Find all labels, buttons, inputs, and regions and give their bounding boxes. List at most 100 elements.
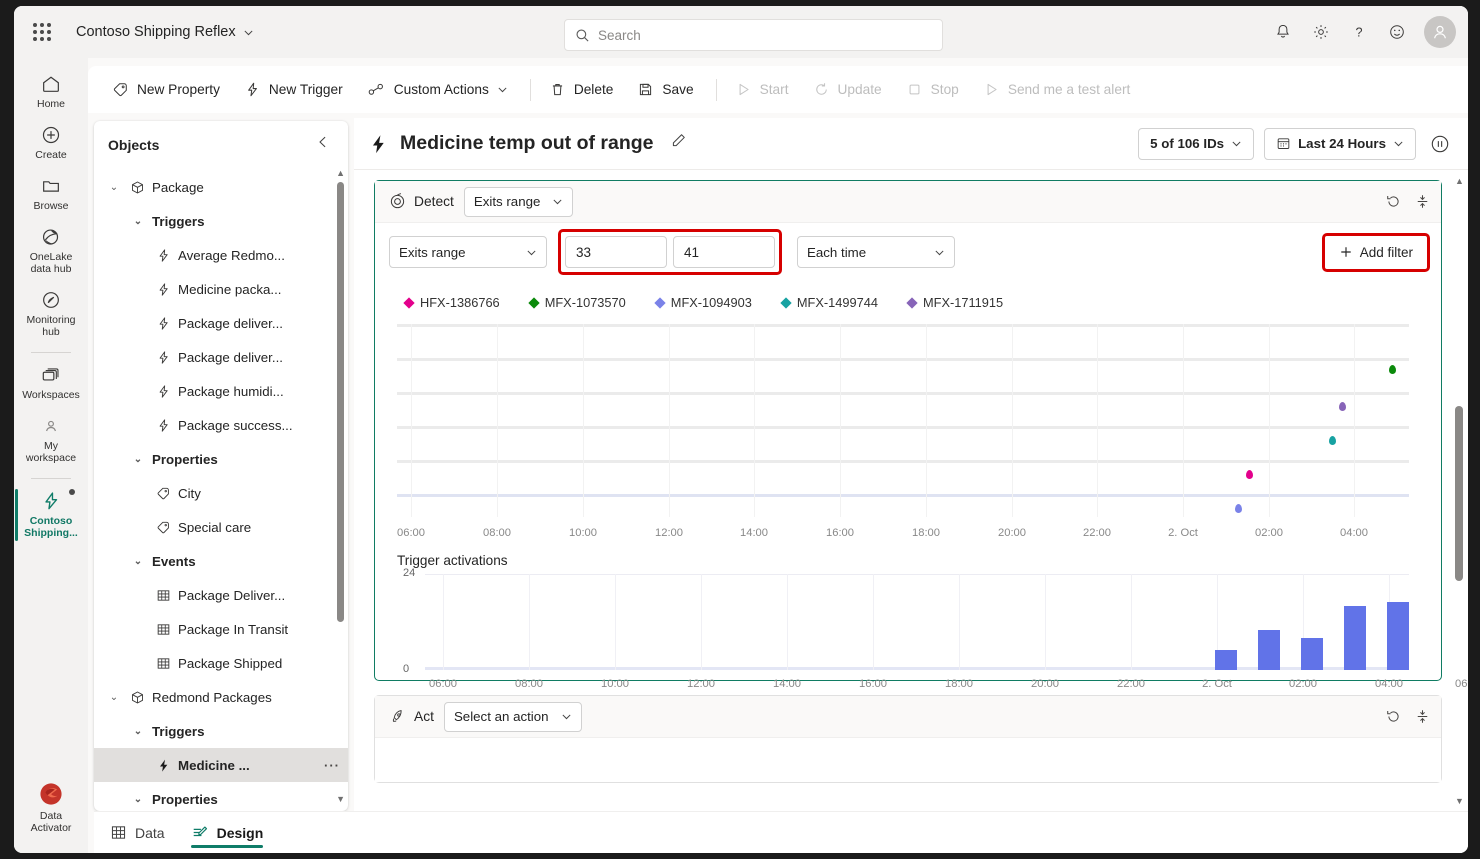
chevron-down-icon[interactable]: ⌄ bbox=[106, 182, 122, 193]
pause-button[interactable] bbox=[1426, 130, 1454, 158]
tree-node-properties-2[interactable]: ⌄ Properties bbox=[94, 782, 348, 811]
delete-button[interactable]: Delete bbox=[539, 75, 624, 104]
folder-icon bbox=[43, 181, 59, 192]
act-reset-button[interactable] bbox=[1385, 708, 1402, 725]
bar-05-00[interactable] bbox=[1387, 602, 1409, 670]
bar-01-00[interactable] bbox=[1215, 650, 1237, 670]
act-collapse-button[interactable] bbox=[1414, 708, 1431, 725]
legend-item-2[interactable]: MFX-1094903 bbox=[654, 295, 752, 310]
start-button[interactable]: Start bbox=[725, 75, 799, 104]
tree-node-average-redmond[interactable]: Average Redmo... bbox=[94, 238, 348, 272]
help-button[interactable]: ? bbox=[1342, 15, 1376, 49]
legend-item-0[interactable]: HFX-1386766 bbox=[403, 295, 500, 310]
update-button[interactable]: Update bbox=[803, 75, 892, 104]
chevron-down-icon[interactable]: ⌄ bbox=[130, 726, 146, 737]
add-filter-button[interactable]: Add filter bbox=[1327, 238, 1425, 267]
new-property-button[interactable]: New Property bbox=[102, 75, 230, 104]
tree-node-package-delivered-1[interactable]: Package deliver... bbox=[94, 306, 348, 340]
scroll-down-arrow[interactable]: ▼ bbox=[1455, 796, 1464, 806]
chevron-down-icon[interactable]: ⌄ bbox=[106, 692, 122, 703]
workspace-title-dropdown[interactable]: Contoso Shipping Reflex bbox=[76, 24, 254, 40]
tree-node-triggers-2[interactable]: ⌄ Triggers bbox=[94, 714, 348, 748]
data-point-mfx-1711915[interactable] bbox=[1339, 402, 1346, 411]
settings-button[interactable] bbox=[1304, 15, 1338, 49]
tree-node-events[interactable]: ⌄ Events bbox=[94, 544, 348, 578]
time-range-dropdown[interactable]: Last 24 Hours bbox=[1264, 127, 1416, 160]
search-input[interactable] bbox=[598, 27, 932, 43]
tree-node-medicine-temp-selected[interactable]: Medicine ... ··· bbox=[94, 748, 348, 782]
detect-collapse-button[interactable] bbox=[1414, 193, 1431, 210]
frequency-dropdown[interactable]: Each time bbox=[797, 236, 955, 268]
sidebar-item-browse[interactable]: Browse bbox=[15, 170, 87, 218]
tab-design[interactable]: Design bbox=[190, 812, 263, 854]
bar-04-00[interactable] bbox=[1344, 606, 1366, 670]
sidebar-item-home[interactable]: Home bbox=[15, 68, 87, 116]
tree-node-package-humidity[interactable]: Package humidi... bbox=[94, 374, 348, 408]
data-point-hfx-1386766[interactable] bbox=[1246, 470, 1253, 479]
sidebar-item-my-workspace[interactable]: My workspace bbox=[15, 410, 87, 470]
data-activator-brand[interactable]: Data Activator bbox=[15, 776, 87, 840]
chevron-down-icon[interactable]: ⌄ bbox=[130, 216, 146, 227]
tree-node-city[interactable]: City bbox=[94, 476, 348, 510]
send-test-alert-button[interactable]: Send me a test alert bbox=[973, 75, 1141, 104]
max-value-input[interactable]: 41 bbox=[673, 236, 775, 268]
data-point-mfx-1499744[interactable] bbox=[1329, 436, 1336, 445]
select-action-dropdown[interactable]: Select an action bbox=[443, 701, 582, 732]
tree-node-redmond-packages[interactable]: ⌄ Redmond Packages bbox=[94, 680, 348, 714]
custom-actions-button[interactable]: Custom Actions bbox=[357, 75, 518, 104]
sidebar-item-contoso-shipping[interactable]: Contoso Shipping... bbox=[15, 485, 87, 545]
avatar[interactable] bbox=[1424, 16, 1456, 48]
id-filter-dropdown[interactable]: 5 of 106 IDs bbox=[1138, 127, 1255, 160]
save-button[interactable]: Save bbox=[627, 75, 703, 104]
tree-node-package[interactable]: ⌄ Package bbox=[94, 170, 348, 204]
legend-item-4[interactable]: MFX-1711915 bbox=[906, 295, 1003, 310]
sidebar-item-workspaces[interactable]: Workspaces bbox=[15, 359, 87, 407]
bar-03-00[interactable] bbox=[1301, 638, 1323, 670]
tree-node-package-success[interactable]: Package success... bbox=[94, 408, 348, 442]
legend-item-1[interactable]: MFX-1073570 bbox=[528, 295, 626, 310]
frequency-value: Each time bbox=[807, 244, 867, 260]
tree-node-package-delivered-2[interactable]: Package deliver... bbox=[94, 340, 348, 374]
tab-data[interactable]: Data bbox=[110, 812, 165, 854]
detect-reset-button[interactable] bbox=[1385, 193, 1402, 210]
bar-02-00[interactable] bbox=[1258, 630, 1280, 670]
chevron-down-icon[interactable]: ⌄ bbox=[130, 556, 146, 567]
tree-node-label: Package bbox=[152, 179, 204, 195]
new-trigger-button[interactable]: New Trigger bbox=[234, 75, 353, 104]
tree-node-medicine-package[interactable]: Medicine packa... bbox=[94, 272, 348, 306]
gridline-v bbox=[529, 574, 530, 670]
notifications-button[interactable] bbox=[1266, 15, 1300, 49]
detect-card-actions bbox=[1385, 193, 1431, 210]
chevron-down-icon[interactable]: ⌄ bbox=[130, 794, 146, 805]
table-icon bbox=[154, 656, 172, 671]
tree-node-package-delivered-event[interactable]: Package Deliver... bbox=[94, 578, 348, 612]
sidebar-item-create[interactable]: Create bbox=[15, 119, 87, 167]
feedback-button[interactable] bbox=[1380, 15, 1414, 49]
tree-node-triggers[interactable]: ⌄ Triggers bbox=[94, 204, 348, 238]
search-box[interactable] bbox=[564, 19, 943, 51]
tree-node-special-care[interactable]: Special care bbox=[94, 510, 348, 544]
chevron-down-icon bbox=[527, 250, 536, 255]
collapse-panel-button[interactable] bbox=[312, 133, 334, 156]
tree-node-package-in-transit[interactable]: Package In Transit bbox=[94, 612, 348, 646]
legend-item-3[interactable]: MFX-1499744 bbox=[780, 295, 878, 310]
data-point-mfx-1073570[interactable] bbox=[1389, 365, 1396, 374]
app-launcher-button[interactable] bbox=[24, 14, 60, 50]
detect-type-dropdown[interactable]: Exits range bbox=[463, 186, 574, 217]
condition-operator-dropdown[interactable]: Exits range bbox=[389, 236, 547, 268]
min-value-input[interactable]: 33 bbox=[565, 236, 667, 268]
data-point-mfx-1094903[interactable] bbox=[1235, 504, 1242, 513]
gridline-v bbox=[615, 574, 616, 670]
sidebar-item-monitoring-hub[interactable]: Monitoring hub bbox=[15, 284, 87, 344]
x-tick-label: 18:00 bbox=[945, 678, 973, 690]
tree-node-package-shipped[interactable]: Package Shipped bbox=[94, 646, 348, 680]
rename-button[interactable] bbox=[670, 132, 687, 155]
sidebar-item-onelake-data-hub[interactable]: OneLake data hub bbox=[15, 221, 87, 281]
tree-node-properties-1[interactable]: ⌄ Properties bbox=[94, 442, 348, 476]
charts-area: HFX-1386766 MFX-1073570 MFX-1094903 MFX-… bbox=[375, 281, 1468, 690]
bolt-icon bbox=[154, 282, 172, 297]
tree-node-overflow-button[interactable]: ··· bbox=[324, 758, 340, 773]
chevron-down-icon[interactable]: ⌄ bbox=[130, 454, 146, 465]
stop-button[interactable]: Stop bbox=[896, 75, 969, 104]
act-label: Act bbox=[414, 709, 434, 724]
